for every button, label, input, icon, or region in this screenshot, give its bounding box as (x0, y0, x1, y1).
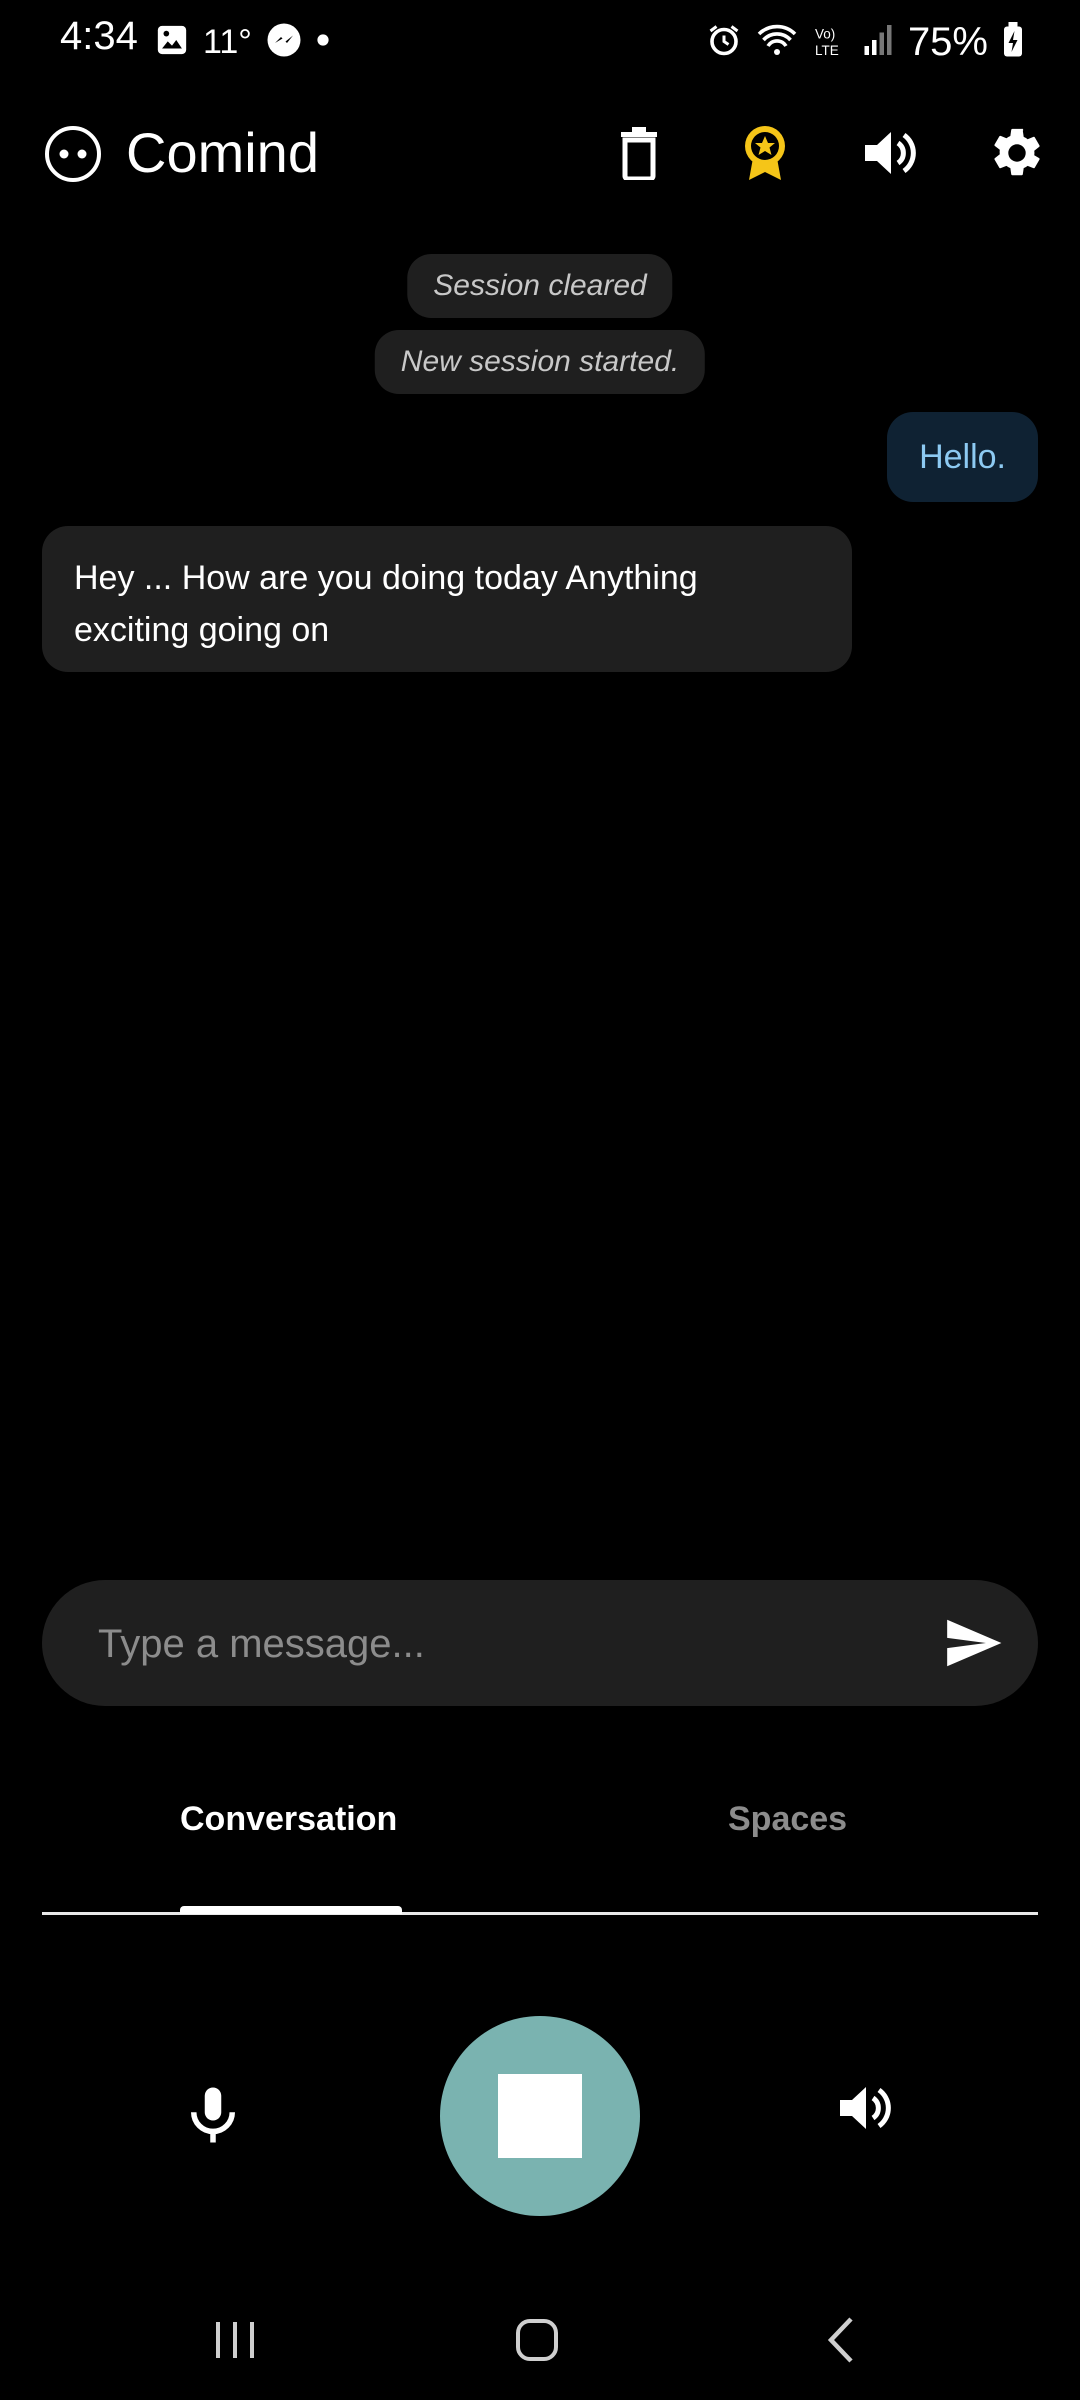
gallery-icon (155, 23, 189, 62)
bot-message-bubble: Hey ... How are you doing today Anything… (42, 526, 852, 672)
app-title: Comind (126, 121, 319, 184)
messenger-icon (266, 22, 302, 63)
tab-conversation[interactable]: Conversation (180, 1800, 397, 1839)
alarm-icon (706, 22, 742, 63)
message-composer (42, 1580, 1038, 1708)
battery-percent: 75% (907, 19, 988, 64)
award-icon[interactable] (732, 120, 798, 186)
svg-text:Vo): Vo) (815, 26, 835, 41)
battery-icon (1002, 21, 1024, 63)
status-left-icons: 11° (155, 20, 330, 64)
system-message: New session started. (374, 330, 706, 394)
stop-icon (498, 2074, 582, 2158)
home-icon[interactable] (492, 2305, 582, 2375)
face-icon (44, 125, 102, 183)
svg-text:LTE: LTE (815, 43, 839, 58)
trash-icon[interactable] (606, 120, 672, 186)
dot-icon (316, 33, 330, 52)
recent-apps-icon[interactable] (190, 2305, 280, 2375)
wifi-icon (756, 22, 798, 63)
message-input[interactable] (96, 1580, 920, 1708)
user-message-bubble: Hello. (887, 412, 1038, 502)
mic-icon[interactable] (180, 2082, 246, 2148)
settings-icon[interactable] (984, 120, 1050, 186)
status-temperature: 11° (203, 22, 252, 61)
speaker-icon[interactable] (838, 2082, 904, 2148)
stop-button[interactable] (440, 2016, 640, 2216)
tab-active-indicator (180, 1906, 402, 1914)
back-icon[interactable] (796, 2305, 886, 2375)
volume-icon[interactable] (858, 120, 924, 186)
status-time: 4:34 (60, 14, 138, 58)
signal-icon (862, 22, 894, 63)
system-message: Session cleared (407, 254, 673, 318)
volte-icon: Vo) LTE (812, 22, 848, 63)
send-icon[interactable] (942, 1612, 1004, 1674)
status-right-icons: Vo) LTE 75% (706, 14, 1024, 70)
tab-spaces[interactable]: Spaces (728, 1800, 847, 1839)
